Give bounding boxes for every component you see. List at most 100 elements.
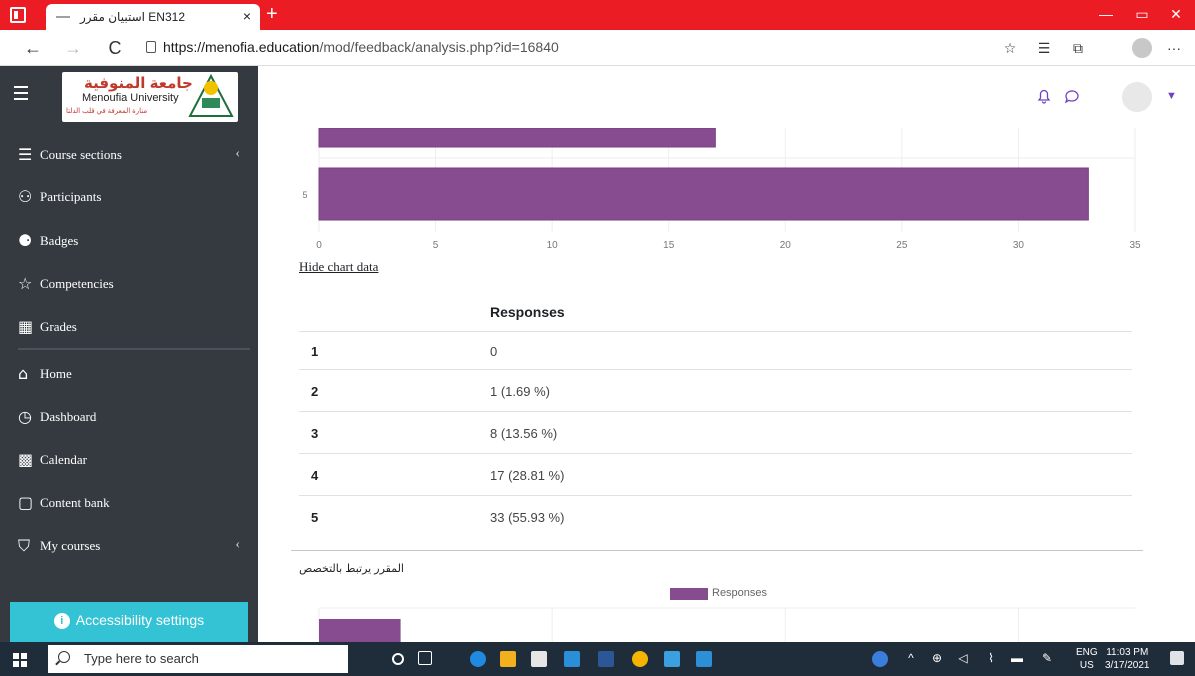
back-button[interactable]: ← <box>22 37 44 59</box>
logo-tagline: منارة المعرفة في قلب الدلتا <box>66 108 148 115</box>
taskbar-clock[interactable]: 11:03 PM 3/17/2021 <box>1105 646 1150 672</box>
site-logo[interactable]: جامعة المنوفية Menoufia University منارة… <box>62 72 238 122</box>
badge-icon: ⚈ <box>18 231 33 251</box>
cortana-icon[interactable] <box>392 653 404 665</box>
pen-icon[interactable]: ✎ <box>1040 651 1054 665</box>
new-tab-button[interactable]: + <box>266 3 278 25</box>
windows-start-icon[interactable] <box>13 653 27 667</box>
browser-menu-button[interactable]: ··· <box>1164 38 1184 58</box>
home-icon: ⌂ <box>18 364 29 384</box>
table-row-value: 17 (28.81 %) <box>490 468 565 483</box>
sidebar-item-calendar[interactable]: ▩ Calendar <box>18 447 248 471</box>
x-tick-label: 0 <box>316 240 322 251</box>
sidebar-item-participants[interactable]: ⚇ Participants <box>18 184 248 208</box>
chrome-icon[interactable] <box>632 651 648 667</box>
clock-time: 11:03 PM <box>1106 647 1149 658</box>
wifi-icon[interactable]: ⌇ <box>984 651 998 665</box>
store-icon[interactable] <box>531 651 547 667</box>
notifications-icon[interactable] <box>1170 651 1184 665</box>
table-row: 5 33 (55.93 %) <box>299 495 1132 537</box>
sidebar-divider <box>18 348 250 350</box>
user-avatar[interactable] <box>1122 82 1152 112</box>
network-icon[interactable]: ⊕ <box>930 651 944 665</box>
logo-arabic-name: جامعة المنوفية <box>84 75 193 92</box>
users-icon: ⚇ <box>18 187 33 207</box>
chevron-left-icon: ‹ <box>235 146 240 161</box>
battery-icon[interactable]: ▬ <box>1010 651 1024 665</box>
table-row-value: 1 (1.69 %) <box>490 384 550 399</box>
browser-tab-actions-icon[interactable] <box>10 7 26 23</box>
bar-category-1 <box>319 619 401 642</box>
logo-english-name: Menoufia University <box>82 92 179 104</box>
taskbar-search-placeholder: Type here to search <box>84 651 199 666</box>
favorite-star-icon[interactable]: ☆ <box>1000 38 1020 58</box>
accessibility-settings-label: Accessibility settings <box>75 612 205 628</box>
close-window-icon[interactable]: ✕ <box>1166 6 1186 23</box>
lock-icon[interactable] <box>146 41 156 53</box>
help-icon[interactable] <box>872 651 888 667</box>
table-row-key: 3 <box>311 426 319 441</box>
word-icon[interactable] <box>598 651 614 667</box>
sidebar-item-my-courses[interactable]: ⛉ My courses ‹ <box>18 533 248 557</box>
tab-close-button[interactable]: × <box>238 8 256 24</box>
sidebar-item-label: Competencies <box>40 276 114 292</box>
file-explorer-icon[interactable] <box>500 651 516 667</box>
messages-icon[interactable] <box>1064 88 1080 104</box>
hamburger-menu-icon[interactable] <box>14 86 28 100</box>
navbar-drawer-area: جامعة المنوفية Menoufia University منارة… <box>0 66 258 128</box>
x-tick-label: 15 <box>663 240 675 251</box>
accessibility-settings-button[interactable]: i Accessibility settings <box>10 602 248 642</box>
sidebar-item-badges[interactable]: ⚈ Badges <box>18 228 248 252</box>
table-row: 1 0 <box>299 331 1132 369</box>
x-tick-label: 20 <box>780 240 792 251</box>
sidebar-item-competencies[interactable]: ☆ Competencies <box>18 271 248 295</box>
tab-title: استبيان مقرر EN312 <box>80 10 185 24</box>
refresh-button[interactable]: C <box>104 37 126 59</box>
question-bar-chart <box>318 607 1135 642</box>
edge-browser-icon[interactable] <box>470 651 486 667</box>
site-navbar: جامعة المنوفية Menoufia University منارة… <box>0 66 1195 128</box>
mail-icon[interactable] <box>564 651 580 667</box>
table-header-responses: Responses <box>490 304 565 320</box>
url-field[interactable]: https://menofia.education/mod/feedback/a… <box>163 39 559 55</box>
university-emblem-icon <box>188 74 234 117</box>
clock-date: 3/17/2021 <box>1105 660 1150 671</box>
maximize-window-icon[interactable]: ▭ <box>1132 6 1152 23</box>
browser-tab[interactable]: استبيان مقرر EN312 × <box>46 4 260 30</box>
question-title: المقرر يرتبط بالتخصص <box>299 563 404 575</box>
media-app-icon[interactable] <box>696 651 712 667</box>
sidebar-item-label: Grades <box>40 319 77 335</box>
taskbar-search-input[interactable]: Type here to search <box>48 645 348 673</box>
table-row-value: 8 (13.56 %) <box>490 426 558 441</box>
volume-muted-icon[interactable]: ◁ <box>956 651 970 665</box>
hide-chart-data-link[interactable]: Hide chart data <box>299 259 378 275</box>
favorites-list-icon[interactable]: ☰ <box>1034 38 1054 58</box>
x-tick-label: 35 <box>1129 240 1141 251</box>
bar-category-5 <box>318 167 1089 221</box>
x-tick-label: 10 <box>547 240 559 251</box>
browser-profile-icon[interactable] <box>1132 38 1152 58</box>
sidebar-item-grades[interactable]: ▦ Grades <box>18 314 248 338</box>
course-sidebar: ☰ Course sections ‹ ⚇ Participants ⚈ Badges… <box>0 128 258 642</box>
sidebar-item-home[interactable]: ⌂ Home <box>18 361 248 385</box>
legend-swatch <box>670 588 708 600</box>
sidebar-item-label: Badges <box>40 233 79 249</box>
table-row-key: 2 <box>311 384 319 399</box>
language-code: ENG <box>1076 647 1098 658</box>
collections-icon[interactable]: ⧉ <box>1068 38 1088 58</box>
sidebar-item-dashboard[interactable]: ◷ Dashboard <box>18 404 248 428</box>
sidebar-item-content-bank[interactable]: ▢ Content bank <box>18 490 248 514</box>
sidebar-item-course-sections[interactable]: ☰ Course sections ‹ <box>18 142 248 166</box>
minimize-window-icon[interactable]: — <box>1096 6 1116 22</box>
language-indicator[interactable]: ENG US <box>1076 646 1098 672</box>
table-row-key: 5 <box>311 510 319 525</box>
forward-button[interactable]: → <box>62 37 84 59</box>
photos-icon[interactable] <box>664 651 680 667</box>
search-icon <box>58 651 70 663</box>
calendar-icon: ▩ <box>18 450 34 470</box>
task-view-icon[interactable] <box>418 651 432 665</box>
tray-expand-icon[interactable]: ^ <box>904 651 918 665</box>
notification-bell-icon[interactable] <box>1036 88 1052 104</box>
sidebar-item-label: Content bank <box>40 495 110 511</box>
user-menu-caret-icon[interactable]: ▼ <box>1166 90 1177 102</box>
